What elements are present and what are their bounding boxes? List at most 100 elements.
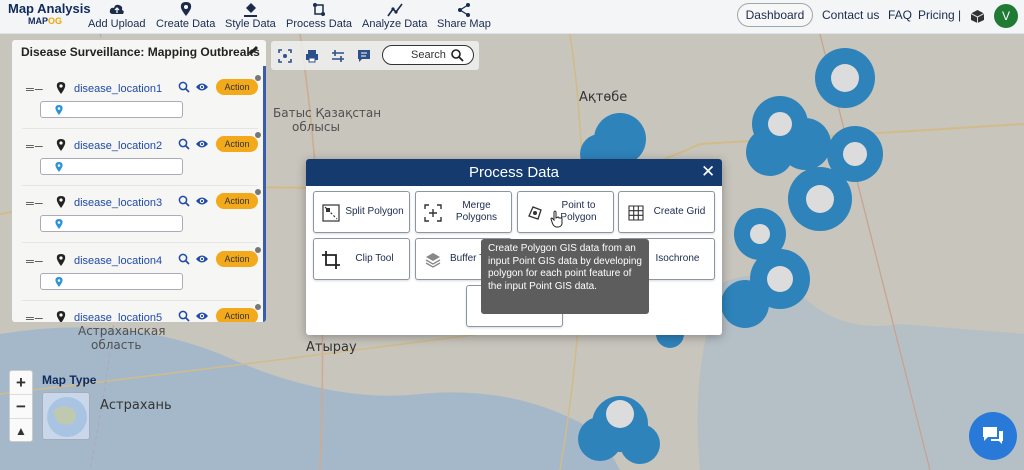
map-label-west-kz: Батыс Қазақстан: [273, 106, 382, 120]
print-icon[interactable]: [305, 49, 319, 63]
zoom-out-button[interactable]: −: [10, 395, 32, 419]
comment-icon[interactable]: [357, 49, 371, 63]
drag-handle-icon[interactable]: ═ ─: [26, 84, 43, 96]
point-layer-icon: [56, 139, 66, 151]
chat-icon: [983, 427, 1003, 444]
layer-status-dot: [255, 247, 261, 253]
crop-icon: [322, 251, 340, 269]
cube-icon[interactable]: [970, 9, 985, 24]
close-icon[interactable]: ✕: [701, 162, 715, 182]
dashboard-button[interactable]: Dashboard: [737, 3, 813, 27]
contact-us-link[interactable]: Contact us: [822, 8, 879, 22]
point-layer-icon: [56, 311, 66, 322]
grid-icon: [628, 205, 644, 221]
paint-bucket-icon: [243, 3, 257, 17]
layer-row[interactable]: ═ ─ disease_location3 Action: [12, 189, 262, 248]
reset-north-button[interactable]: ▲: [10, 419, 32, 443]
create-grid-button[interactable]: Create Grid: [618, 191, 715, 233]
layer-divider: [22, 128, 258, 129]
nav-process-data[interactable]: Process Data: [286, 2, 352, 30]
measure-icon[interactable]: [331, 49, 345, 63]
layer-name[interactable]: disease_location2: [74, 140, 162, 152]
nav-share-map[interactable]: Share Map: [437, 2, 491, 30]
map-label-west-kz-2: облысы: [292, 120, 340, 134]
layer-row[interactable]: ═ ─ disease_location2 Action: [12, 132, 262, 191]
split-polygon-button[interactable]: Split Polygon: [313, 191, 410, 233]
pricing-link[interactable]: Pricing |: [918, 8, 961, 22]
point-to-polygon-tooltip: Create Polygon GIS data from an input Po…: [481, 239, 649, 314]
map-type-label: Map Type: [42, 373, 97, 387]
style-pin-icon: [55, 277, 63, 287]
merge-polygons-button[interactable]: Merge Polygons: [415, 191, 512, 233]
fullscreen-icon[interactable]: [278, 49, 292, 63]
layer-action-button[interactable]: Action: [216, 136, 258, 152]
panel-scrollbar[interactable]: [263, 66, 266, 322]
point-to-polygon-button[interactable]: Point to Polygon: [517, 191, 614, 233]
user-avatar[interactable]: V: [994, 4, 1018, 28]
nav-style-data[interactable]: Style Data: [225, 2, 276, 30]
layer-divider: [22, 300, 258, 301]
point-layer-icon: [56, 82, 66, 94]
zoom-to-layer-icon[interactable]: [178, 253, 190, 265]
layer-style-selector[interactable]: [40, 273, 183, 290]
style-pin-icon: [55, 162, 63, 172]
process-icon: [313, 3, 326, 16]
nav-add-upload[interactable]: Add Upload: [88, 2, 146, 30]
zoom-to-layer-icon[interactable]: [178, 81, 190, 93]
clip-tool-button[interactable]: Clip Tool: [313, 238, 410, 280]
layer-action-button[interactable]: Action: [216, 193, 258, 209]
map-label-astrakhan-obl: Астраханская: [78, 324, 166, 338]
drag-handle-icon[interactable]: ═ ─: [26, 313, 43, 322]
zoom-to-layer-icon[interactable]: [178, 138, 190, 150]
app-logo[interactable]: Map Analysis MAPOG: [8, 1, 91, 26]
drag-handle-icon[interactable]: ═ ─: [26, 141, 43, 153]
layer-style-selector[interactable]: [40, 101, 183, 118]
visibility-eye-icon[interactable]: [195, 195, 209, 207]
globe-thumbnail-icon: [47, 397, 87, 437]
point-layer-icon: [56, 196, 66, 208]
layer-style-selector[interactable]: [40, 158, 183, 175]
zoom-in-button[interactable]: +: [10, 371, 32, 395]
hand-cursor-icon: [550, 210, 563, 228]
map-type-thumbnail[interactable]: [42, 392, 90, 440]
layer-status-dot: [255, 132, 261, 138]
buffer-icon: [425, 253, 441, 268]
map-label-atyrau: Атырау: [306, 340, 357, 355]
layer-panel: Disease Surveillance: Mapping Outbreaks …: [12, 40, 266, 322]
visibility-eye-icon[interactable]: [195, 253, 209, 265]
layer-name[interactable]: disease_location4: [74, 255, 162, 267]
nav-analyze-data[interactable]: Analyze Data: [362, 2, 427, 30]
drag-handle-icon[interactable]: ═ ─: [26, 198, 43, 210]
layer-name[interactable]: disease_location3: [74, 197, 162, 209]
layer-name[interactable]: disease_location5: [74, 312, 162, 322]
layer-action-button[interactable]: Action: [216, 308, 258, 322]
modal-header: Process Data ✕: [306, 159, 722, 186]
map-toolbar: Search: [271, 41, 479, 70]
cloud-upload-icon: [109, 4, 124, 14]
map-label-aktobe: Ақтөбе: [579, 90, 628, 105]
layer-action-button[interactable]: Action: [216, 251, 258, 267]
search-box[interactable]: Search: [382, 45, 474, 65]
edit-pencil-icon[interactable]: [248, 44, 260, 56]
layer-style-selector[interactable]: [40, 215, 183, 232]
visibility-eye-icon[interactable]: [195, 81, 209, 93]
zoom-to-layer-icon[interactable]: [178, 310, 190, 322]
layer-name[interactable]: disease_location1: [74, 83, 162, 95]
map-label-astrakhan-obl-2: область: [91, 338, 142, 352]
layer-status-dot: [255, 75, 261, 81]
chat-support-button[interactable]: [969, 412, 1017, 460]
layer-row[interactable]: ═ ─ disease_location5 Action: [12, 304, 262, 322]
nav-create-data[interactable]: Create Data: [156, 2, 215, 30]
zoom-to-layer-icon[interactable]: [178, 195, 190, 207]
layer-row[interactable]: ═ ─ disease_location4 Action: [12, 247, 262, 306]
visibility-eye-icon[interactable]: [195, 310, 209, 322]
analyze-icon: [387, 3, 403, 17]
layer-row[interactable]: ═ ─ disease_location1 Action: [12, 75, 262, 134]
layer-action-button[interactable]: Action: [216, 79, 258, 95]
map-label-astrakhan: Астрахань: [100, 398, 172, 413]
style-pin-icon: [55, 219, 63, 229]
visibility-eye-icon[interactable]: [195, 138, 209, 150]
search-icon: [451, 49, 464, 62]
faq-link[interactable]: FAQ: [888, 8, 912, 22]
drag-handle-icon[interactable]: ═ ─: [26, 256, 43, 268]
